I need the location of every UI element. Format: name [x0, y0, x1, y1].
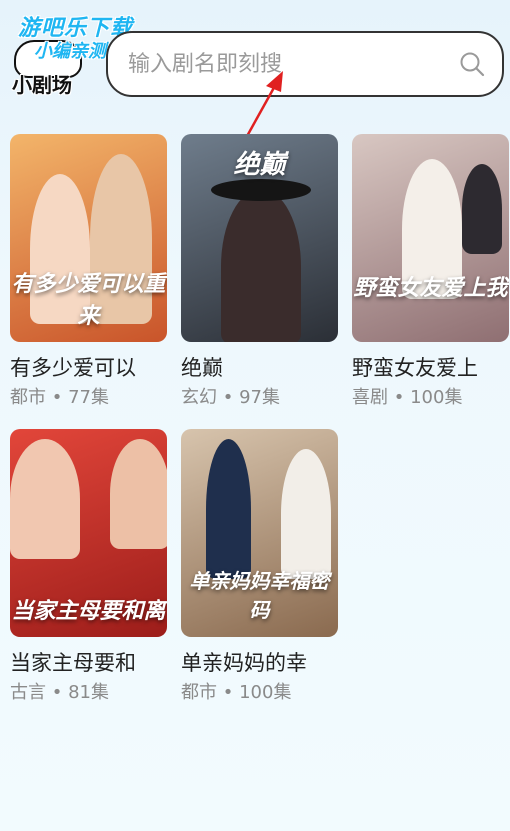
annotation-arrow — [184, 71, 283, 247]
drama-title[interactable]: 当家主母要和 — [10, 649, 167, 677]
drama-meta: 都市 • 100集 — [181, 682, 292, 703]
drama-poster[interactable]: 当家主母要和离 — [10, 429, 167, 637]
search-icon[interactable] — [458, 50, 486, 78]
poster-title: 单亲妈妈幸福密码 — [189, 569, 330, 622]
drama-title[interactable]: 单亲妈妈的幸 — [181, 649, 338, 677]
poster-title: 有多少爱可以重来 — [11, 271, 166, 329]
poster-title: 野蛮女友爱上我 — [353, 275, 508, 301]
poster-title: 绝巅 — [233, 150, 286, 180]
drama-meta: 玄幻 • 97集 — [181, 387, 280, 408]
drama-meta: 喜剧 • 100集 — [352, 387, 463, 408]
search-input[interactable] — [126, 50, 458, 78]
drama-poster[interactable]: 单亲妈妈幸福密码 — [181, 429, 338, 637]
drama-card[interactable]: 当家主母要和离 当家主母要和 古言 • 81集 — [10, 429, 167, 705]
drama-card[interactable]: 有多少爱可以重来 有多少爱可以 都市 • 77集 — [10, 134, 167, 410]
drama-poster[interactable]: 绝巅 — [181, 134, 338, 342]
drama-meta: 都市 • 77集 — [10, 387, 109, 408]
drama-poster[interactable]: 野蛮女友爱上我 — [352, 134, 509, 342]
watermark-line2: 小编亲测 — [34, 41, 106, 62]
drama-title[interactable]: 有多少爱可以 — [10, 354, 167, 382]
search-bar[interactable] — [106, 31, 504, 97]
drama-poster[interactable]: 有多少爱可以重来 — [10, 134, 167, 342]
drama-card[interactable]: 野蛮女友爱上我 野蛮女友爱上 喜剧 • 100集 — [352, 134, 509, 410]
drama-card[interactable]: 绝巅 绝巅 玄幻 • 97集 — [181, 134, 338, 410]
drama-title[interactable]: 野蛮女友爱上 — [352, 354, 509, 382]
drama-title[interactable]: 绝巅 — [181, 354, 338, 382]
drama-card[interactable]: 单亲妈妈幸福密码 单亲妈妈的幸 都市 • 100集 — [181, 429, 338, 705]
app-name: 小剧场 — [12, 73, 72, 97]
drama-meta: 古言 • 81集 — [10, 682, 109, 703]
poster-title: 当家主母要和离 — [11, 598, 166, 624]
